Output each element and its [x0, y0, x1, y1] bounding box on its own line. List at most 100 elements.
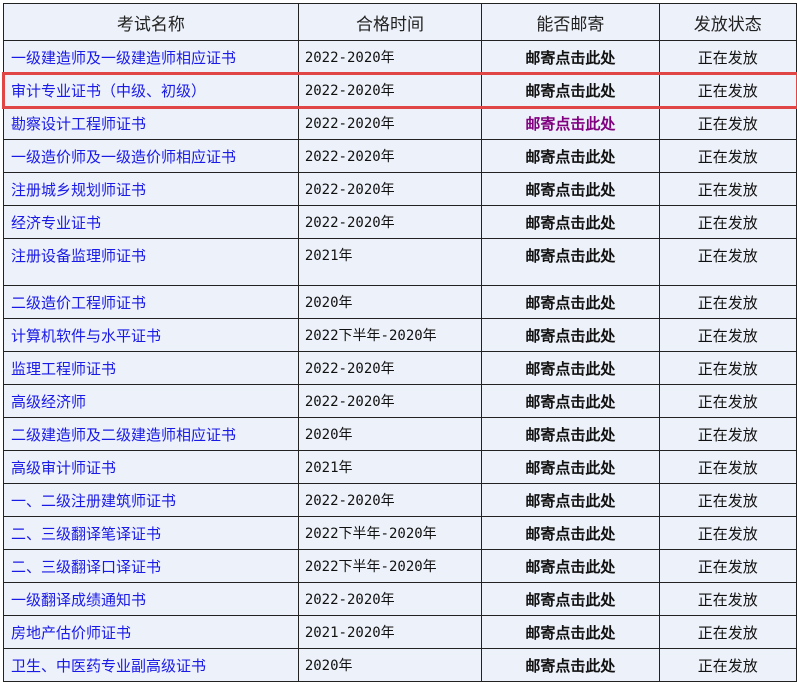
- status-cell: 正在发放: [658, 582, 797, 616]
- pass-time-cell: 2022-2020年: [297, 172, 483, 206]
- mail-cell: 邮寄点击此处: [481, 106, 660, 140]
- exam-name-link[interactable]: 审计专业证书（中级、初级）: [11, 82, 206, 100]
- mail-cell: 邮寄点击此处: [481, 238, 660, 286]
- exam-name-link[interactable]: 一级造价师及一级造价师相应证书: [11, 148, 236, 166]
- mail-link[interactable]: 邮寄点击此处: [525, 181, 615, 199]
- pass-time-cell: 2020年: [297, 648, 483, 682]
- mail-cell: 邮寄点击此处: [481, 139, 660, 173]
- mail-link[interactable]: 邮寄点击此处: [525, 558, 615, 576]
- exam-name-link[interactable]: 计算机软件与水平证书: [11, 327, 161, 345]
- table-row: 二级造价工程师证书 2020年 邮寄点击此处 正在发放: [3, 285, 797, 319]
- pass-time-cell: 2022-2020年: [297, 205, 483, 239]
- table-row: 高级审计师证书 2021年 邮寄点击此处 正在发放: [3, 450, 797, 484]
- mail-link[interactable]: 邮寄点击此处: [525, 82, 615, 100]
- exam-name-cell: 二级造价工程师证书: [3, 285, 299, 319]
- exam-name-link[interactable]: 经济专业证书: [11, 214, 101, 232]
- exam-name-link[interactable]: 高级经济师: [11, 393, 86, 411]
- exam-name-cell: 高级审计师证书: [3, 450, 299, 484]
- exam-name-link[interactable]: 房地产估价师证书: [11, 624, 131, 642]
- status-cell: 正在发放: [658, 205, 797, 239]
- exam-name-cell: 注册设备监理师证书: [3, 238, 299, 286]
- exam-name-cell: 卫生、中医药专业副高级证书: [3, 648, 299, 682]
- table-row: 一级造价师及一级造价师相应证书 2022-2020年 邮寄点击此处 正在发放: [3, 139, 797, 173]
- exam-name-cell: 注册城乡规划师证书: [3, 172, 299, 206]
- mail-cell: 邮寄点击此处: [481, 318, 660, 352]
- exam-name-link[interactable]: 二、三级翻译口译证书: [11, 558, 161, 576]
- exam-name-link[interactable]: 勘察设计工程师证书: [11, 115, 146, 133]
- exam-name-cell: 勘察设计工程师证书: [3, 106, 299, 140]
- status-cell: 正在发放: [658, 549, 797, 583]
- status-cell: 正在发放: [658, 483, 797, 517]
- table-row: 二级建造师及二级建造师相应证书 2020年 邮寄点击此处 正在发放: [3, 417, 797, 451]
- exam-name-link[interactable]: 卫生、中医药专业副高级证书: [11, 657, 206, 675]
- exam-name-cell: 监理工程师证书: [3, 351, 299, 385]
- exam-name-link[interactable]: 高级审计师证书: [11, 459, 116, 477]
- exam-name-link[interactable]: 一级翻译成绩通知书: [11, 591, 146, 609]
- exam-name-cell: 二、三级翻译口译证书: [3, 549, 299, 583]
- mail-link[interactable]: 邮寄点击此处: [525, 657, 615, 675]
- table-row: 二、三级翻译口译证书 2022下半年-2020年 邮寄点击此处 正在发放: [3, 549, 797, 583]
- pass-time-cell: 2022-2020年: [297, 582, 483, 616]
- exam-name-link[interactable]: 一、二级注册建筑师证书: [11, 492, 176, 510]
- status-cell: 正在发放: [658, 615, 797, 649]
- mail-link[interactable]: 邮寄点击此处: [525, 115, 615, 133]
- status-cell: 正在发放: [658, 384, 797, 418]
- table-header: 考试名称 合格时间 能否邮寄 发放状态: [3, 3, 797, 41]
- mail-cell: 邮寄点击此处: [481, 582, 660, 616]
- exam-name-link[interactable]: 二级建造师及二级建造师相应证书: [11, 426, 236, 444]
- mail-link[interactable]: 邮寄点击此处: [525, 591, 615, 609]
- exam-name-cell: 二级建造师及二级建造师相应证书: [3, 417, 299, 451]
- mail-link[interactable]: 邮寄点击此处: [525, 525, 615, 543]
- header-status: 发放状态: [658, 3, 797, 41]
- mail-link[interactable]: 邮寄点击此处: [525, 360, 615, 378]
- pass-time-cell: 2022-2020年: [297, 384, 483, 418]
- mail-cell: 邮寄点击此处: [481, 73, 660, 107]
- mail-cell: 邮寄点击此处: [481, 205, 660, 239]
- exam-name-link[interactable]: 二、三级翻译笔译证书: [11, 525, 161, 543]
- pass-time-cell: 2022-2020年: [297, 73, 483, 107]
- pass-time-cell: 2022-2020年: [297, 106, 483, 140]
- exam-name-link[interactable]: 注册城乡规划师证书: [11, 181, 146, 199]
- table-row: 一、二级注册建筑师证书 2022-2020年 邮寄点击此处 正在发放: [3, 483, 797, 517]
- mail-cell: 邮寄点击此处: [481, 549, 660, 583]
- exam-name-link[interactable]: 注册设备监理师证书: [11, 247, 146, 265]
- pass-time-cell: 2021-2020年: [297, 615, 483, 649]
- status-cell: 正在发放: [658, 648, 797, 682]
- mail-link[interactable]: 邮寄点击此处: [525, 49, 615, 67]
- pass-time-cell: 2020年: [297, 417, 483, 451]
- header-mailable: 能否邮寄: [481, 3, 660, 41]
- mail-link[interactable]: 邮寄点击此处: [525, 624, 615, 642]
- exam-name-cell: 一级翻译成绩通知书: [3, 582, 299, 616]
- table-row: 一级建造师及一级建造师相应证书 2022-2020年 邮寄点击此处 正在发放: [3, 40, 797, 74]
- mail-link[interactable]: 邮寄点击此处: [525, 247, 615, 265]
- table-row: 二、三级翻译笔译证书 2022下半年-2020年 邮寄点击此处 正在发放: [3, 516, 797, 550]
- exam-name-link[interactable]: 监理工程师证书: [11, 360, 116, 378]
- mail-link[interactable]: 邮寄点击此处: [525, 393, 615, 411]
- exam-name-cell: 房地产估价师证书: [3, 615, 299, 649]
- header-exam-name: 考试名称: [3, 3, 299, 41]
- exam-name-link[interactable]: 一级建造师及一级建造师相应证书: [11, 49, 236, 67]
- status-cell: 正在发放: [658, 516, 797, 550]
- exam-name-link[interactable]: 二级造价工程师证书: [11, 294, 146, 312]
- mail-link[interactable]: 邮寄点击此处: [525, 214, 615, 232]
- mail-link[interactable]: 邮寄点击此处: [525, 426, 615, 444]
- table-row: 房地产估价师证书 2021-2020年 邮寄点击此处 正在发放: [3, 615, 797, 649]
- pass-time-cell: 2022下半年-2020年: [297, 318, 483, 352]
- mail-link[interactable]: 邮寄点击此处: [525, 459, 615, 477]
- status-cell: 正在发放: [658, 417, 797, 451]
- pass-time-cell: 2022-2020年: [297, 483, 483, 517]
- status-cell: 正在发放: [658, 139, 797, 173]
- mail-link[interactable]: 邮寄点击此处: [525, 148, 615, 166]
- mail-cell: 邮寄点击此处: [481, 516, 660, 550]
- table-row: 计算机软件与水平证书 2022下半年-2020年 邮寄点击此处 正在发放: [3, 318, 797, 352]
- pass-time-cell: 2022下半年-2020年: [297, 549, 483, 583]
- status-cell: 正在发放: [658, 172, 797, 206]
- status-cell: 正在发放: [658, 351, 797, 385]
- header-pass-time: 合格时间: [297, 3, 483, 41]
- status-cell: 正在发放: [658, 285, 797, 319]
- mail-link[interactable]: 邮寄点击此处: [525, 327, 615, 345]
- exam-name-cell: 计算机软件与水平证书: [3, 318, 299, 352]
- mail-link[interactable]: 邮寄点击此处: [525, 492, 615, 510]
- status-cell: 正在发放: [658, 73, 797, 107]
- mail-link[interactable]: 邮寄点击此处: [525, 294, 615, 312]
